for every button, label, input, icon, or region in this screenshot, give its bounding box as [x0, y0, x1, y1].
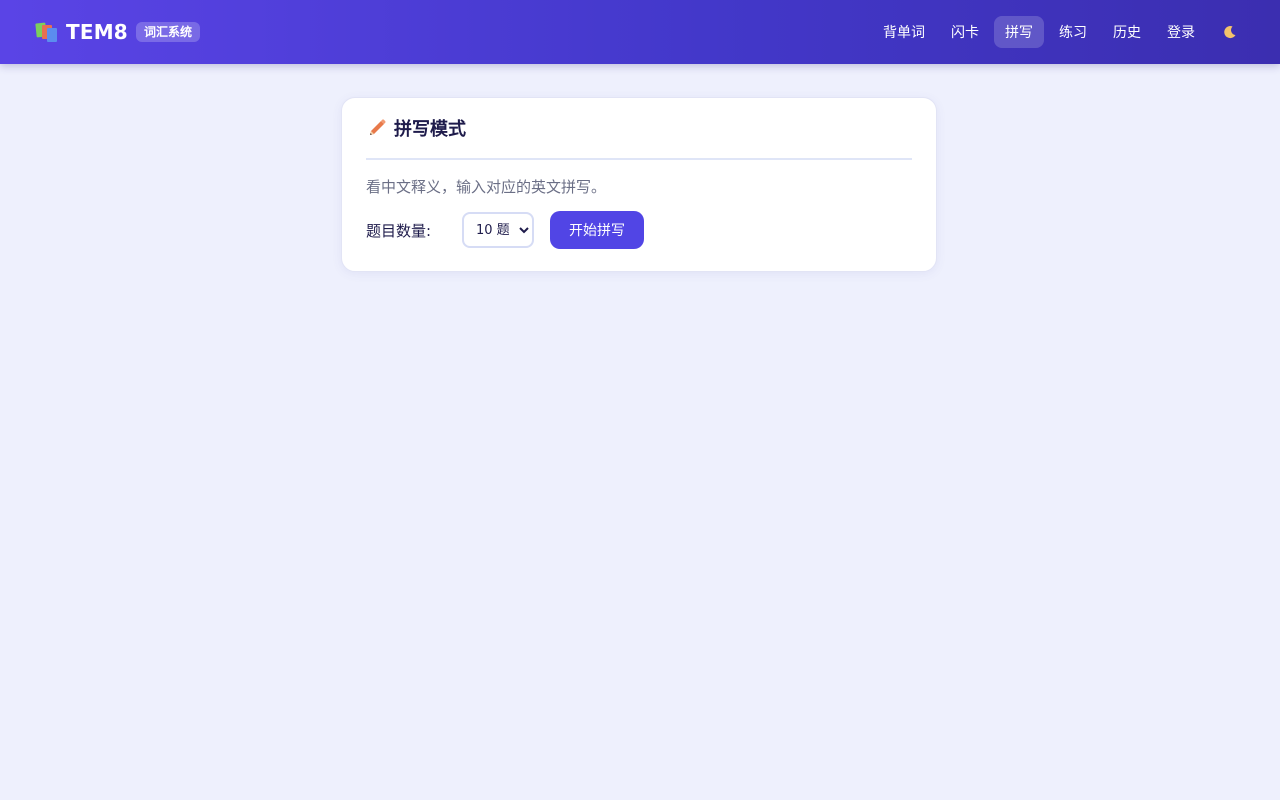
card-description: 看中文释义，输入对应的英文拼写。: [366, 178, 607, 196]
start-spelling-button[interactable]: 开始拼写: [550, 211, 644, 249]
nav-item-practice[interactable]: 练习: [1048, 16, 1098, 48]
brand-badge: 词汇系统: [135, 22, 200, 42]
moon-icon: [1224, 26, 1236, 39]
theme-toggle-button[interactable]: [1216, 18, 1244, 46]
card-header: 拼写模式: [366, 98, 912, 160]
nav-item-memorize[interactable]: 背单词: [872, 16, 936, 48]
nav-item-spelling[interactable]: 拼写: [994, 16, 1044, 48]
nav-item-flashcards[interactable]: 闪卡: [940, 16, 990, 48]
brand-name: TEM8: [66, 20, 128, 44]
books-icon: [35, 21, 58, 43]
brand[interactable]: TEM8 词汇系统: [35, 0, 200, 64]
top-navbar: TEM8 词汇系统 背单词 闪卡 拼写 练习 历史 登录: [0, 0, 1280, 64]
nav-item-history[interactable]: 历史: [1102, 16, 1152, 48]
spelling-mode-card: 拼写模式 看中文释义，输入对应的英文拼写。 题目数量: 10 题 开始拼写: [341, 97, 937, 272]
main-nav: 背单词 闪卡 拼写 练习 历史 登录: [868, 0, 1244, 64]
nav-item-login[interactable]: 登录: [1156, 16, 1206, 48]
question-count-label: 题目数量:: [366, 221, 432, 240]
question-count-select[interactable]: 10 题: [462, 212, 534, 248]
spelling-controls: 题目数量: 10 题 开始拼写: [366, 211, 912, 249]
card-title: 拼写模式: [394, 119, 466, 140]
pencil-icon: [366, 117, 388, 139]
